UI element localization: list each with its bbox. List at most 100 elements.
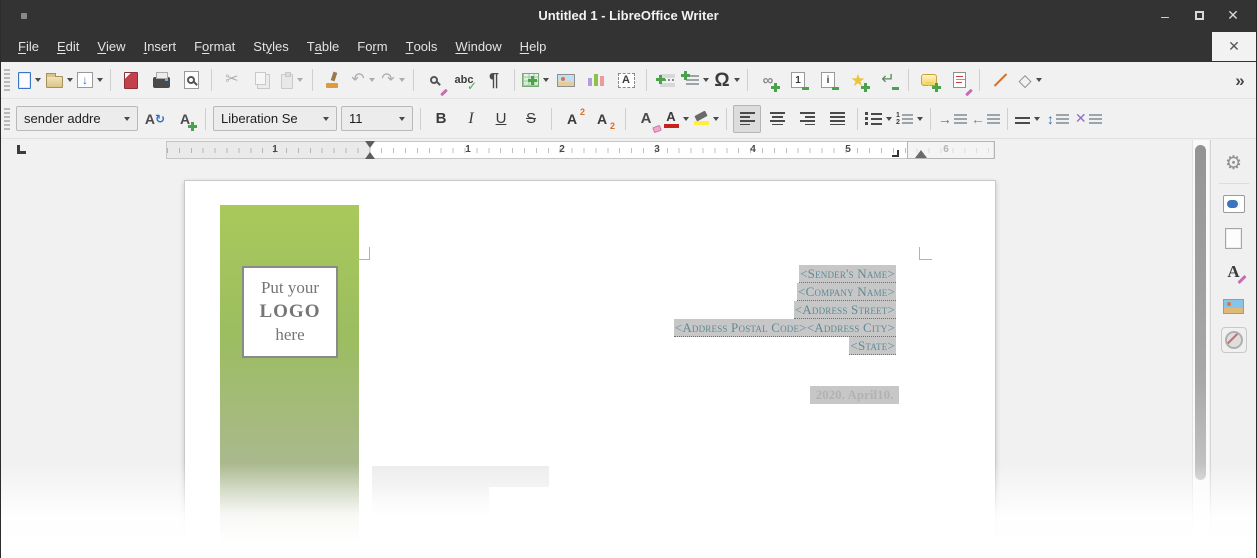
menu-styles[interactable]: Styles (244, 31, 297, 62)
right-tab-marker[interactable] (892, 150, 899, 157)
insert-page-break-button[interactable] (653, 66, 681, 94)
logo-color-band[interactable] (220, 205, 359, 558)
print-preview-button[interactable] (177, 66, 205, 94)
sidebar-properties-button[interactable] (1217, 188, 1251, 220)
paragraph-style-combo[interactable]: sender addre (16, 106, 138, 131)
print-button[interactable] (147, 66, 175, 94)
insert-chart-button[interactable] (582, 66, 610, 94)
first-line-indent-marker[interactable] (365, 141, 375, 148)
open-button[interactable] (45, 66, 74, 94)
insert-footnote-button[interactable]: 1 (784, 66, 812, 94)
insert-field-button[interactable] (683, 66, 711, 94)
decrease-paragraph-spacing-button[interactable]: ✕ (1074, 105, 1103, 133)
menu-help[interactable]: Help (511, 31, 556, 62)
increase-indent-button[interactable]: → (937, 105, 968, 133)
chevron-down-icon[interactable] (683, 117, 689, 121)
date-field[interactable]: 2020. April10. (810, 386, 899, 404)
update-style-button[interactable]: A↻ (141, 105, 169, 133)
cut-button[interactable]: ✂ (218, 66, 246, 94)
menu-table[interactable]: Table (298, 31, 349, 62)
superscript-button[interactable]: A2 (558, 105, 586, 133)
horizontal-ruler[interactable]: 1123456 (166, 141, 994, 159)
save-button[interactable]: ↓ (76, 66, 104, 94)
chevron-down-icon[interactable] (297, 78, 303, 82)
menu-form[interactable]: Form (348, 31, 396, 62)
chevron-down-icon[interactable] (399, 117, 405, 121)
justify-button[interactable] (823, 105, 851, 133)
paste-button[interactable] (278, 66, 306, 94)
menu-window[interactable]: Window (446, 31, 510, 62)
formatting-marks-button[interactable]: ¶ (480, 66, 508, 94)
chevron-down-icon[interactable] (1036, 78, 1042, 82)
font-color-button[interactable]: A (662, 105, 690, 133)
document-page[interactable]: Put your LOGO here <Sender's Name> <Comp… (184, 180, 996, 558)
strikethrough-button[interactable]: S (517, 105, 545, 133)
sidebar-gallery-button[interactable] (1217, 290, 1251, 322)
vertical-scrollbar[interactable] (1192, 140, 1209, 558)
special-character-button[interactable]: Ω (713, 66, 741, 94)
sidebar-styles-button[interactable]: A (1217, 256, 1251, 288)
highlight-color-button[interactable] (692, 105, 720, 133)
logo-placeholder-frame[interactable]: Put your LOGO here (242, 266, 338, 358)
insert-endnote-button[interactable]: i (814, 66, 842, 94)
scrollbar-thumb[interactable] (1195, 145, 1206, 480)
chevron-down-icon[interactable] (917, 117, 923, 121)
chevron-down-icon[interactable] (703, 78, 709, 82)
minimize-button[interactable]: – (1148, 0, 1182, 31)
basic-shapes-button[interactable]: ◇ (1016, 66, 1044, 94)
menu-edit[interactable]: Edit (48, 31, 88, 62)
chevron-down-icon[interactable] (886, 117, 892, 121)
line-spacing-button[interactable] (1014, 105, 1042, 133)
bold-button[interactable]: B (427, 105, 455, 133)
insert-table-button[interactable] (521, 66, 550, 94)
italic-button[interactable]: I (457, 105, 485, 133)
numbered-list-button[interactable]: 12 (895, 105, 924, 133)
close-document-button[interactable]: ✕ (1212, 32, 1256, 61)
menu-format[interactable]: Format (185, 31, 244, 62)
chevron-down-icon[interactable] (323, 117, 329, 121)
subscript-button[interactable]: A2 (588, 105, 616, 133)
increase-paragraph-spacing-button[interactable]: ↕ (1044, 105, 1072, 133)
placeholder-field[interactable]: <Address Street> (794, 301, 896, 319)
new-style-button[interactable]: A (171, 105, 199, 133)
chevron-down-icon[interactable] (399, 78, 405, 82)
toolbar-drag-handle[interactable] (4, 69, 10, 91)
toolbar-overflow-button[interactable]: » (1226, 66, 1254, 94)
chevron-down-icon[interactable] (97, 78, 103, 82)
insert-comment-button[interactable] (915, 66, 943, 94)
font-name-combo[interactable]: Liberation Se (213, 106, 337, 131)
left-indent-marker[interactable] (365, 152, 375, 159)
placeholder-field[interactable]: <Sender's Name> (799, 265, 896, 283)
insert-hyperlink-button[interactable]: ∞ (754, 66, 782, 94)
sidebar-settings-button[interactable]: ⚙ (1217, 147, 1251, 179)
sidebar-page-button[interactable] (1217, 222, 1251, 254)
chevron-down-icon[interactable] (35, 78, 41, 82)
undo-button[interactable]: ↶ (349, 66, 377, 94)
clone-formatting-button[interactable] (319, 66, 347, 94)
chevron-down-icon[interactable] (124, 117, 130, 121)
placeholder-field[interactable]: <Company Name> (797, 283, 896, 301)
bullet-list-button[interactable] (864, 105, 893, 133)
menu-view[interactable]: View (88, 31, 134, 62)
spelling-button[interactable]: abc✓ (450, 66, 478, 94)
underline-button[interactable]: U (487, 105, 515, 133)
chevron-down-icon[interactable] (1034, 117, 1040, 121)
menu-tools[interactable]: Tools (397, 31, 447, 62)
redo-button[interactable]: ↷ (379, 66, 407, 94)
placeholder-field[interactable]: <State> (849, 337, 896, 355)
toolbar-drag-handle[interactable] (4, 108, 10, 130)
align-left-button[interactable] (733, 105, 761, 133)
chevron-down-icon[interactable] (543, 78, 549, 82)
find-replace-button[interactable] (420, 66, 448, 94)
export-pdf-button[interactable] (117, 66, 145, 94)
copy-button[interactable] (248, 66, 276, 94)
placeholder-field[interactable]: <Address Postal Code><Address City> (674, 319, 896, 337)
align-center-button[interactable] (763, 105, 791, 133)
clear-formatting-button[interactable]: A (632, 105, 660, 133)
menu-file[interactable]: File (9, 31, 48, 62)
insert-image-button[interactable] (552, 66, 580, 94)
insert-line-button[interactable] (986, 66, 1014, 94)
insert-text-box-button[interactable]: A (612, 66, 640, 94)
track-changes-button[interactable] (945, 66, 973, 94)
close-button[interactable]: ✕ (1216, 0, 1250, 31)
